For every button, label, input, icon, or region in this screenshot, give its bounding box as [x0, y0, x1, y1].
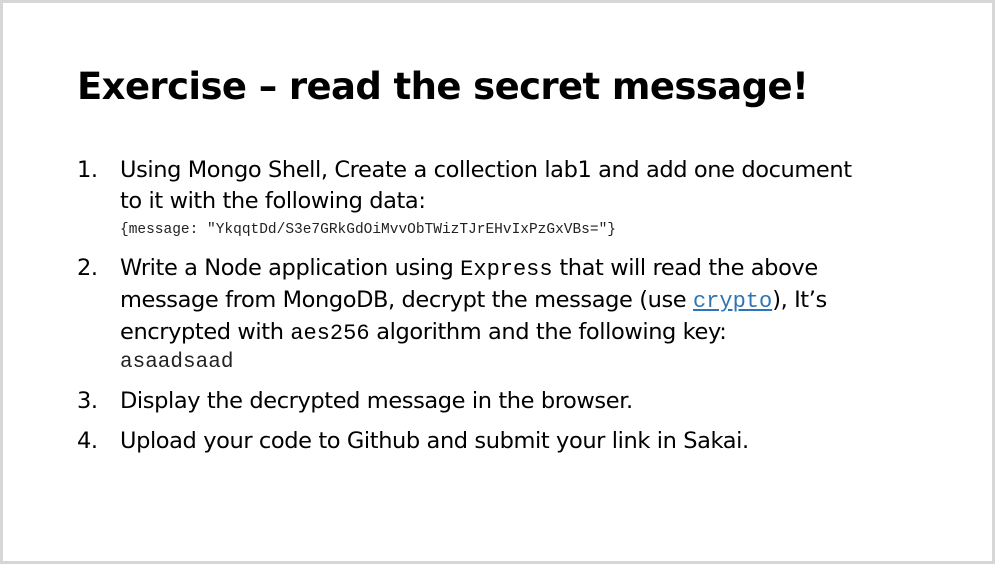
item-1-code: {message: "YkqqtDd/S3e7GRkGdOiMvvObTWizT… [120, 222, 616, 238]
item-2-line-1-post: that will read the above [552, 255, 818, 281]
item-2-line-1: Write a Node application using Express t… [120, 253, 957, 285]
item-3-text: Display the decrypted message in the bro… [120, 388, 633, 414]
exercise-list: 1. Using Mongo Shell, Create a collectio… [77, 155, 957, 466]
list-item-2: 2. Write a Node application using Expres… [77, 253, 957, 377]
item-1-line-2: to it with the following data: [120, 188, 426, 214]
item-2-line-3-pre: encrypted with [120, 319, 291, 345]
item-2-line-3-post: algorithm and the following key: [369, 319, 727, 345]
item-number-1: 1. [77, 157, 98, 183]
aes256-code: aes256 [290, 321, 370, 346]
item-2-line-3: encrypted with aes256 algorithm and the … [120, 317, 957, 349]
item-number-3: 3. [77, 388, 98, 414]
item-2-line-2-post: ), It’s [772, 287, 827, 313]
crypto-link[interactable]: crypto [693, 289, 772, 314]
item-1-line-1: Using Mongo Shell, Create a collection l… [120, 157, 852, 183]
item-2-line-2-pre: message from MongoDB, decrypt the messag… [120, 287, 693, 313]
list-item-1: 1. Using Mongo Shell, Create a collectio… [77, 155, 957, 244]
encryption-key: asaadsaad [120, 351, 234, 374]
list-item-3: 3. Display the decrypted message in the … [77, 386, 957, 417]
list-item-4: 4. Upload your code to Github and submit… [77, 426, 957, 457]
item-number-4: 4. [77, 428, 98, 454]
slide-title: Exercise – read the secret message! [77, 65, 809, 108]
slide: Exercise – read the secret message! 1. U… [0, 0, 995, 564]
item-number-2: 2. [77, 255, 98, 281]
item-2-line-1-pre: Write a Node application using [120, 255, 461, 281]
express-code: Express [460, 257, 553, 282]
item-2-line-2: message from MongoDB, decrypt the messag… [120, 285, 957, 317]
item-4-text: Upload your code to Github and submit yo… [120, 428, 749, 454]
